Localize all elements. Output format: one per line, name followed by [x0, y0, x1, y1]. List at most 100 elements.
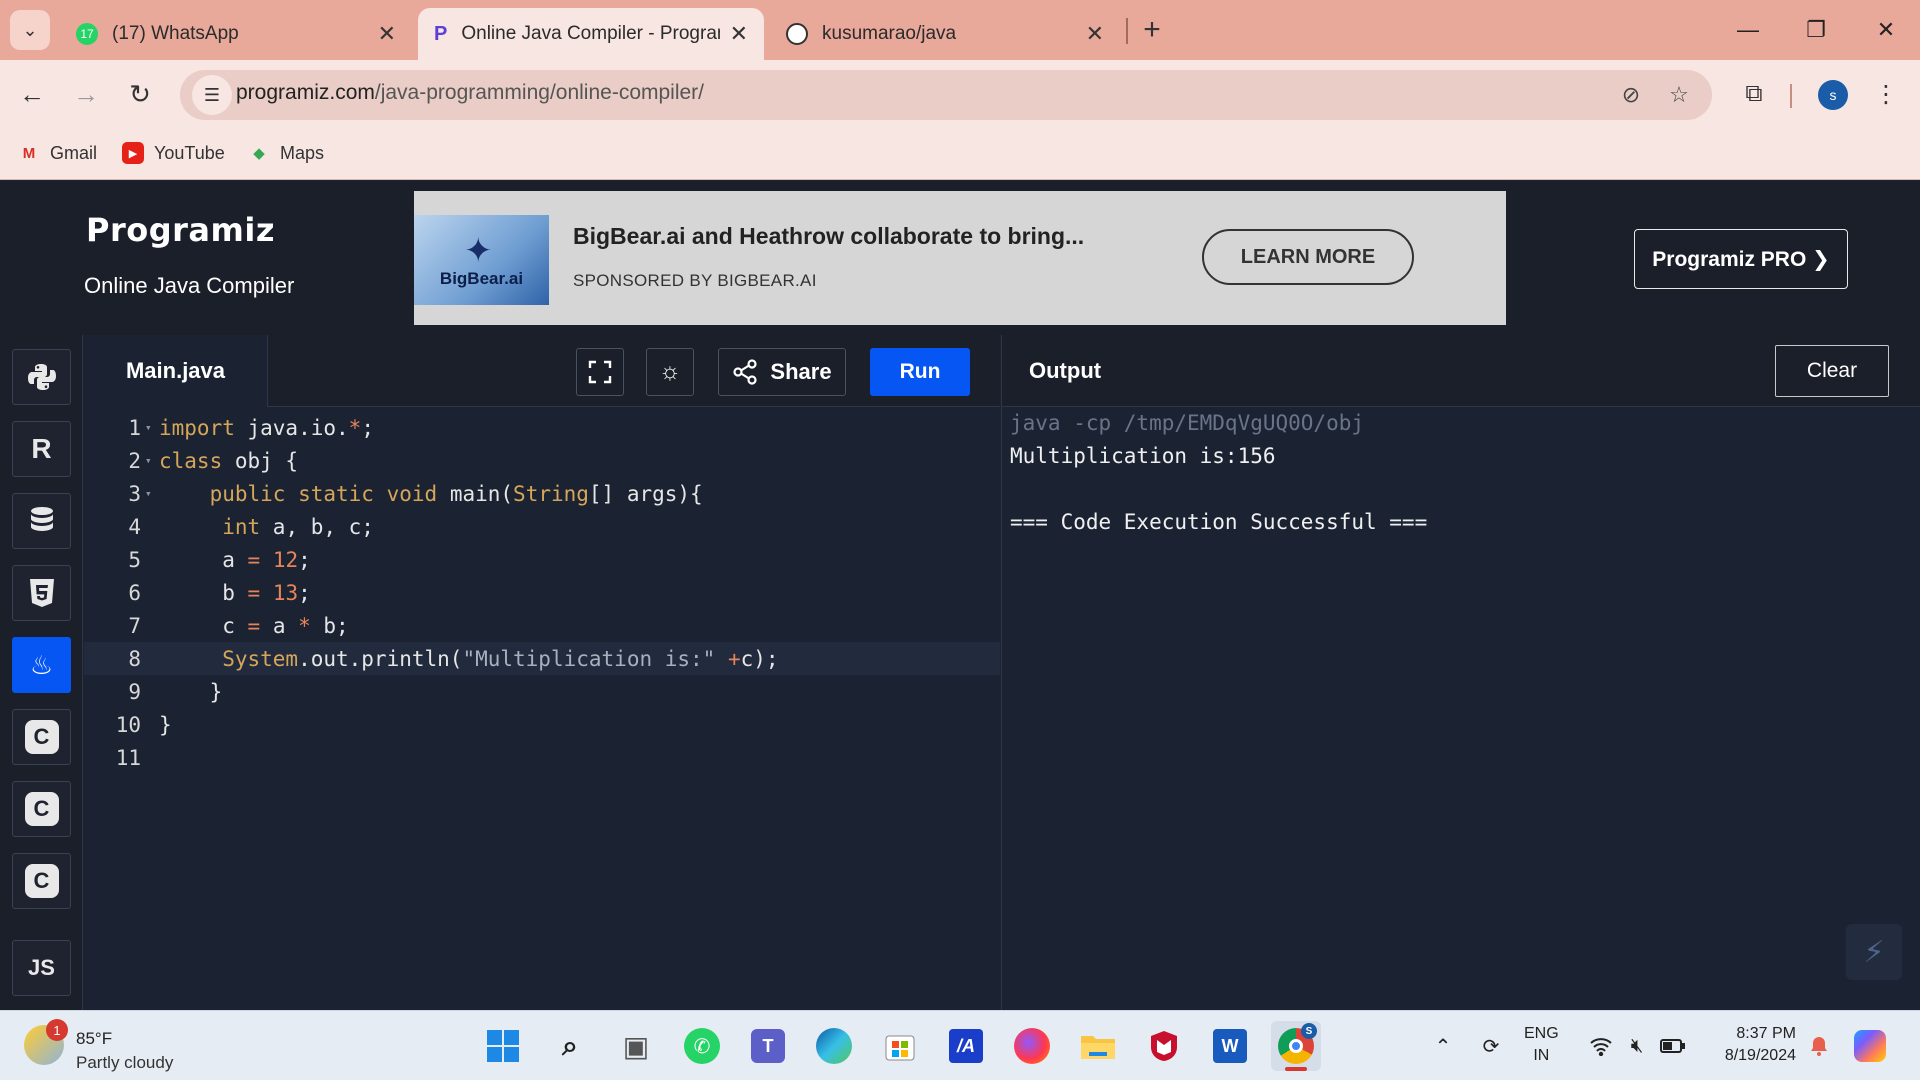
back-button[interactable]: ←	[12, 74, 52, 114]
battery-icon[interactable]	[1658, 1025, 1688, 1067]
run-button[interactable]: Run	[870, 348, 970, 396]
close-icon: ✕	[1876, 17, 1896, 42]
tab-whatsapp[interactable]: 17 (17) WhatsApp ✕	[60, 8, 412, 60]
taskbar-file-explorer[interactable]	[1073, 1021, 1123, 1071]
bookmark-maps[interactable]: ◆ Maps	[248, 138, 324, 168]
lightning-icon[interactable]: ⚡	[1846, 924, 1902, 980]
task-view-icon: ▣	[622, 1030, 650, 1062]
search-button[interactable]: ⌕	[545, 1021, 595, 1071]
line-number: 3	[128, 481, 141, 506]
show-hidden-icons-button[interactable]: ⌃	[1428, 1025, 1458, 1067]
bookmark-gmail[interactable]: M Gmail	[18, 138, 97, 168]
taskbar-firefox[interactable]	[1007, 1021, 1057, 1071]
code-editor[interactable]: 1 ▾ import java.io.*; 2 ▾ class obj { 3 ▾ pub…	[84, 407, 1000, 1010]
code-line: 11	[84, 741, 1000, 774]
taskbar-chrome[interactable]: S	[1271, 1021, 1321, 1071]
language-r[interactable]: R	[12, 421, 71, 477]
code-line: 1 ▾ import java.io.*;	[84, 411, 1000, 444]
restore-button[interactable]: ❐	[1796, 10, 1836, 50]
taskbar-edge[interactable]	[809, 1021, 859, 1071]
notifications-icon[interactable]	[1804, 1025, 1834, 1067]
share-button[interactable]: Share	[718, 348, 846, 396]
address-bar[interactable]: ☰ programiz.com/java-programming/online-…	[180, 70, 1712, 120]
programiz-logo[interactable]: Programiz	[86, 211, 275, 249]
code-line: 4 int a, b, c;	[84, 510, 1000, 543]
system-clock[interactable]: 8:37 PM 8/19/2024	[1710, 1023, 1796, 1067]
language-c[interactable]: C	[12, 709, 71, 765]
tab-title: Online Java Compiler - Programiz	[461, 23, 720, 44]
code-line-active: 8 System.out.println("Multiplication is:…	[84, 642, 1000, 675]
fold-arrow-icon[interactable]: ▾	[141, 454, 159, 467]
wifi-icon[interactable]	[1586, 1025, 1616, 1067]
learn-more-button[interactable]: LEARN MORE	[1202, 229, 1414, 285]
minimize-button[interactable]: —	[1728, 10, 1768, 50]
language-java[interactable]: ♨	[12, 637, 71, 693]
profile-badge: S	[1301, 1023, 1317, 1039]
fold-arrow-icon[interactable]: ▾	[141, 487, 159, 500]
eye-slash-icon[interactable]: ⊘	[1616, 80, 1646, 110]
minimize-icon: —	[1737, 17, 1759, 42]
forward-button[interactable]: →	[66, 74, 106, 114]
taskbar-app-blue[interactable]: /A	[941, 1021, 991, 1071]
close-icon[interactable]: ✕	[1086, 21, 1104, 47]
browser-toolbar: ← → ↻ ☰ programiz.com/java-programming/o…	[0, 60, 1920, 128]
reload-icon: ↻	[129, 78, 151, 109]
taskbar-teams[interactable]: T	[743, 1021, 793, 1071]
theme-toggle-button[interactable]: ☼	[646, 348, 694, 396]
copilot-icon[interactable]	[1850, 1025, 1890, 1067]
extensions-icon[interactable]: ⧉	[1734, 74, 1774, 114]
output-result: Multiplication is:156	[1010, 444, 1276, 468]
taskbar-word[interactable]: W	[1205, 1021, 1255, 1071]
tab-search-button[interactable]: ⌄	[10, 10, 50, 50]
editor-toolbar: Main.java ☼ Share Run	[84, 335, 1000, 407]
close-window-button[interactable]: ✕	[1866, 10, 1906, 50]
start-button[interactable]	[478, 1021, 528, 1071]
ad-banner[interactable]: ✦ BigBear.ai BigBear.ai and Heathrow col…	[414, 191, 1506, 325]
fold-arrow-icon[interactable]: ▾	[141, 421, 159, 434]
language-sql[interactable]	[12, 493, 71, 549]
taskbar-whatsapp[interactable]: ✆	[677, 1021, 727, 1071]
weather-widget[interactable]: 1 85°F Partly cloudy	[24, 1019, 194, 1073]
tab-github[interactable]: kusumarao/java ✕	[770, 8, 1120, 60]
output-command: java -cp /tmp/EMDqVgUQ0O/obj	[1010, 411, 1365, 435]
code-text: a = 12;	[159, 547, 311, 572]
line-number: 6	[128, 580, 141, 605]
taskbar-mcafee[interactable]	[1139, 1021, 1189, 1071]
tab-title: kusumarao/java	[822, 23, 957, 44]
fullscreen-button[interactable]	[576, 348, 624, 396]
output-toolbar: Output Clear	[1001, 335, 1920, 407]
language-cpp[interactable]: C	[12, 781, 71, 837]
site-info-button[interactable]: ☰	[192, 75, 232, 115]
clear-button[interactable]: Clear	[1775, 345, 1889, 397]
bookmark-youtube[interactable]: ▶ YouTube	[122, 138, 225, 168]
whatsapp-icon: ✆	[684, 1028, 720, 1064]
volume-muted-icon[interactable]: 🔇︎	[1622, 1025, 1652, 1067]
language-html[interactable]	[12, 565, 71, 621]
active-indicator	[1285, 1067, 1307, 1071]
url-path: /java-programming/online-compiler/	[374, 81, 705, 104]
taskbar-store[interactable]	[875, 1021, 925, 1071]
profile-avatar[interactable]: s	[1818, 80, 1848, 110]
more-menu-icon[interactable]: ⋮	[1866, 74, 1906, 114]
programiz-pro-button[interactable]: Programiz PRO ❯	[1634, 229, 1848, 289]
code-text: int a, b, c;	[222, 514, 374, 539]
tab-programiz[interactable]: P Online Java Compiler - Programiz ✕	[418, 8, 764, 60]
star-icon[interactable]: ☆	[1664, 80, 1694, 110]
file-tab[interactable]: Main.java	[84, 335, 268, 407]
arrow-right-icon: →	[73, 78, 99, 109]
language-csharp[interactable]: C	[12, 853, 71, 909]
language-js[interactable]: JS	[12, 940, 71, 996]
mcafee-icon	[1151, 1031, 1177, 1061]
sync-icon[interactable]: ⟳	[1474, 1025, 1508, 1067]
url-text[interactable]: programiz.com/java-programming/online-co…	[236, 81, 704, 105]
language-sidebar: R ♨ C C C JS	[0, 335, 83, 1010]
new-tab-button[interactable]: +	[1136, 10, 1168, 50]
reload-button[interactable]: ↻	[120, 74, 160, 114]
task-view-button[interactable]: ▣	[611, 1021, 661, 1071]
language-indicator[interactable]: ENG IN	[1524, 1023, 1559, 1067]
close-icon[interactable]: ✕	[730, 21, 748, 47]
bell-icon	[1811, 1037, 1827, 1056]
language-python[interactable]	[12, 349, 71, 405]
programiz-icon: P	[434, 22, 448, 45]
close-icon[interactable]: ✕	[378, 21, 396, 47]
